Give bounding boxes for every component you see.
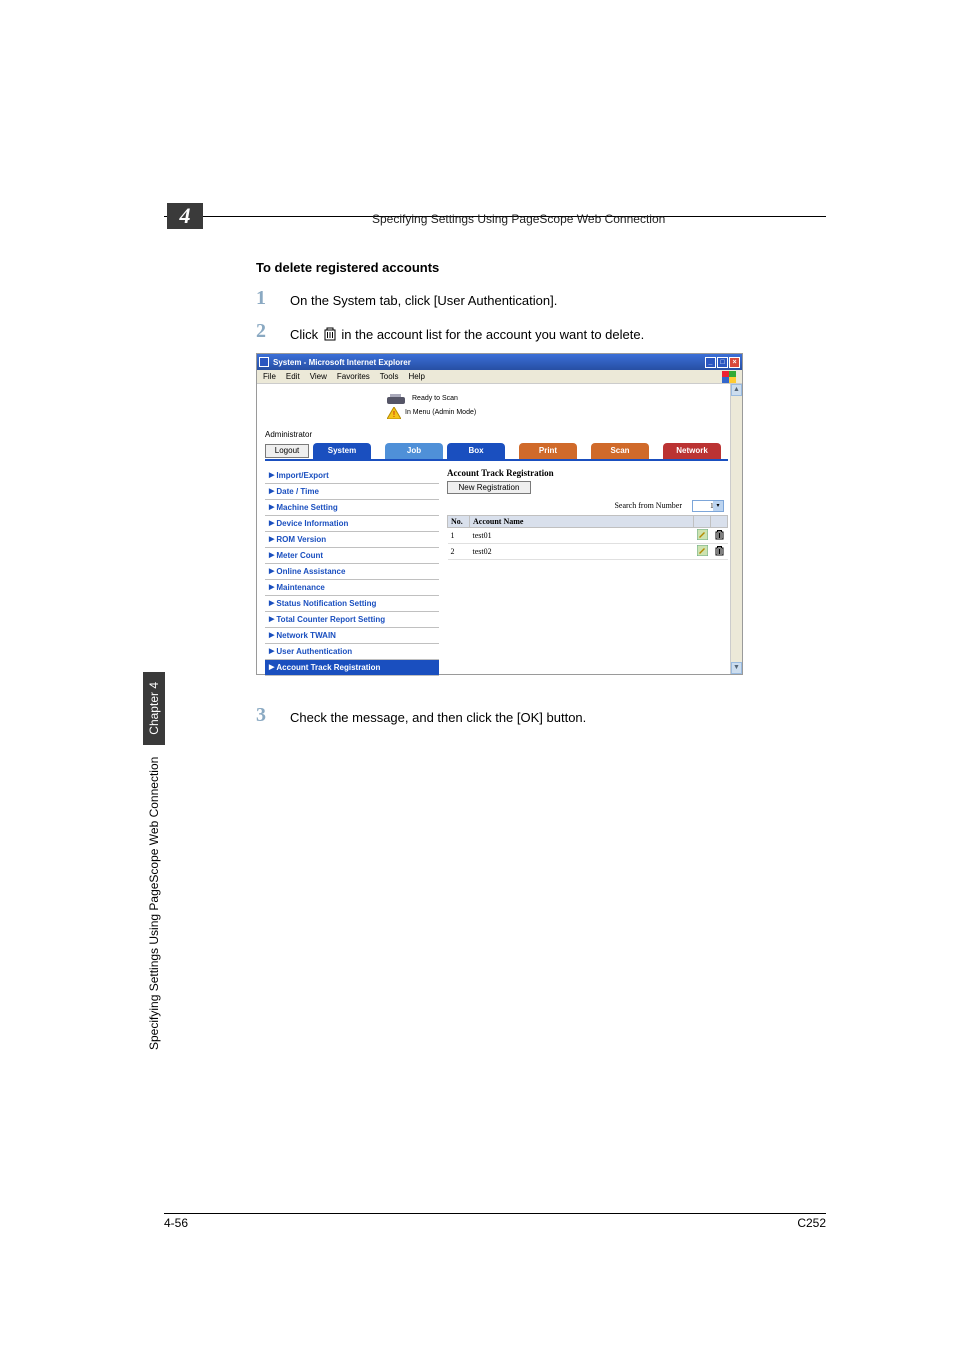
tab-network[interactable]: Network: [663, 443, 721, 459]
minimize-button[interactable]: _: [705, 357, 716, 368]
chapter-number-badge: 4: [167, 203, 203, 229]
step-2-post: in the account list for the account you …: [341, 327, 644, 342]
scroll-down-icon[interactable]: ▼: [731, 662, 742, 674]
svg-text:!: !: [393, 410, 395, 419]
sidebar-item-user-auth[interactable]: ▶User Authentication: [265, 644, 439, 660]
step-2-pre: Click: [290, 327, 322, 342]
logout-button[interactable]: Logout: [265, 444, 309, 458]
sidebar-item-machine-setting[interactable]: ▶Machine Setting: [265, 500, 439, 516]
sidebar-item-account-track[interactable]: ▶Account Track Registration: [265, 660, 439, 676]
sidebar-item-date-time[interactable]: ▶Date / Time: [265, 484, 439, 500]
sidebar: ▶Import/Export ▶Date / Time ▶Machine Set…: [265, 468, 439, 676]
browser-body: ▲ ▼ Ready to Scan ! In Menu (Admin Mode)…: [257, 384, 742, 674]
browser-window: System - Microsoft Internet Explorer _ □…: [256, 353, 743, 675]
sidebar-item-import-export[interactable]: ▶Import/Export: [265, 468, 439, 484]
chevron-down-icon: ▾: [713, 501, 723, 511]
col-edit: [694, 516, 711, 528]
menu-favorites[interactable]: Favorites: [337, 372, 370, 381]
content-pane: Account Track Registration New Registrat…: [447, 468, 728, 560]
trash-icon[interactable]: [714, 545, 725, 556]
search-from-number-label: Search from Number: [614, 501, 682, 510]
menu-view[interactable]: View: [310, 372, 327, 381]
content-title: Account Track Registration: [447, 468, 728, 478]
menu-edit[interactable]: Edit: [286, 372, 300, 381]
step-1-text: On the System tab, click [User Authentic…: [290, 293, 557, 308]
edit-icon[interactable]: [697, 545, 708, 556]
scanner-icon: [387, 392, 407, 404]
running-header-title: Specifying Settings Using PageScope Web …: [372, 212, 665, 226]
row2-no: 2: [448, 544, 470, 560]
section-heading: To delete registered accounts: [256, 260, 439, 275]
step-2-number: 2: [256, 320, 266, 343]
status-ready: Ready to Scan: [412, 395, 458, 402]
scrollbar[interactable]: ▲ ▼: [730, 384, 742, 674]
sidebar-item-network-twain[interactable]: ▶Network TWAIN: [265, 628, 439, 644]
administrator-label: Administrator: [265, 430, 312, 439]
col-account-name: Account Name: [470, 516, 694, 528]
col-no: No.: [448, 516, 470, 528]
sidebar-item-device-info[interactable]: ▶Device Information: [265, 516, 439, 532]
row1-no: 1: [448, 528, 470, 544]
sidebar-item-status-notif[interactable]: ▶Status Notification Setting: [265, 596, 439, 612]
tab-system[interactable]: System: [313, 443, 371, 459]
table-row: 2 test02: [448, 544, 728, 560]
account-table: No. Account Name 1 test01 2 test02: [447, 515, 728, 560]
menu-file[interactable]: File: [263, 372, 276, 381]
edit-icon[interactable]: [697, 529, 708, 540]
ie-icon: [259, 357, 269, 367]
page-number: 4-56: [164, 1216, 188, 1230]
step-2-text: Click in the account list for the accoun…: [290, 326, 644, 342]
row2-name: test02: [470, 544, 694, 560]
sidebar-item-meter-count[interactable]: ▶Meter Count: [265, 548, 439, 564]
side-margin-text: Specifying Settings Using PageScope Web …: [143, 550, 165, 1050]
menu-bar: File Edit View Favorites Tools Help: [257, 370, 742, 384]
footer-rule: [164, 1213, 826, 1214]
side-chapter-badge: Chapter 4: [143, 672, 165, 745]
step-3-text: Check the message, and then click the [O…: [290, 710, 586, 725]
sidebar-item-online-assist[interactable]: ▶Online Assistance: [265, 564, 439, 580]
search-range-select[interactable]: 1-50▾: [692, 500, 724, 512]
step-3-number: 3: [256, 704, 266, 727]
maximize-button[interactable]: □: [717, 357, 728, 368]
tab-box[interactable]: Box: [447, 443, 505, 459]
window-title: System - Microsoft Internet Explorer: [273, 358, 411, 367]
step-1-number: 1: [256, 287, 266, 310]
sidebar-item-rom-version[interactable]: ▶ROM Version: [265, 532, 439, 548]
tab-underline: [265, 459, 728, 461]
menu-tools[interactable]: Tools: [380, 372, 399, 381]
tab-scan[interactable]: Scan: [591, 443, 649, 459]
side-long-title: Specifying Settings Using PageScope Web …: [147, 757, 161, 1050]
windows-flag-icon: [722, 371, 736, 383]
row1-name: test01: [470, 528, 694, 544]
trash-icon[interactable]: [714, 529, 725, 540]
scroll-up-icon[interactable]: ▲: [731, 384, 742, 396]
table-row: 1 test01: [448, 528, 728, 544]
sidebar-item-maintenance[interactable]: ▶Maintenance: [265, 580, 439, 596]
col-delete: [711, 516, 728, 528]
trash-icon: [322, 326, 338, 342]
titlebar: System - Microsoft Internet Explorer _ □…: [257, 354, 742, 370]
tab-job[interactable]: Job: [385, 443, 443, 459]
tab-print[interactable]: Print: [519, 443, 577, 459]
sidebar-item-total-counter[interactable]: ▶Total Counter Report Setting: [265, 612, 439, 628]
model-label: C252: [797, 1216, 826, 1230]
warning-icon: !: [387, 406, 401, 418]
close-button[interactable]: ×: [729, 357, 740, 368]
menu-help[interactable]: Help: [408, 372, 424, 381]
status-admin-mode: In Menu (Admin Mode): [405, 409, 476, 416]
main-tabs: System Job Box Print Scan Network: [313, 443, 721, 459]
new-registration-button[interactable]: New Registration: [447, 481, 531, 494]
